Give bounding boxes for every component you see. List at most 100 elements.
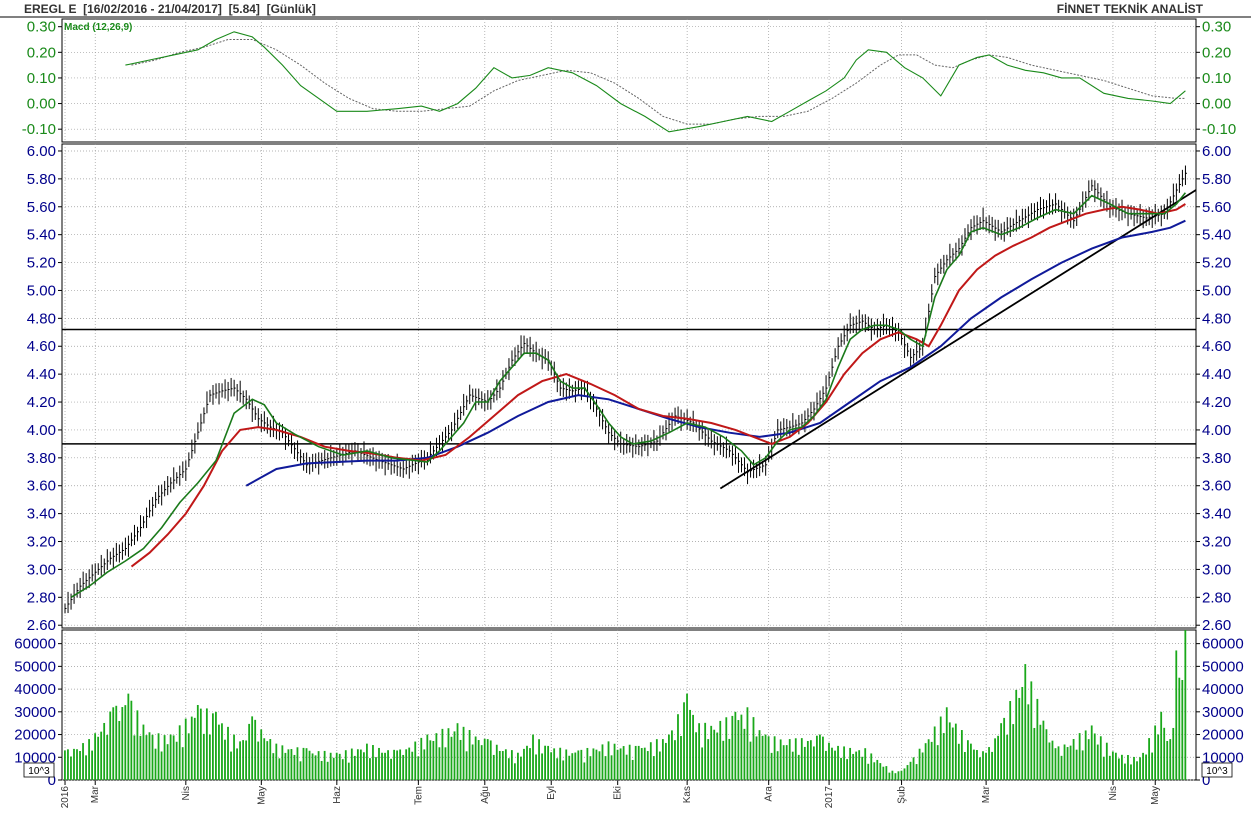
volume-bar [988, 747, 990, 780]
volume-bar [785, 745, 788, 780]
volume-bar [973, 749, 975, 780]
volume-bar [284, 752, 287, 780]
volume-bar [435, 733, 438, 780]
volume-bar [387, 750, 389, 780]
volume-bar [794, 738, 797, 780]
volume-bar [1027, 704, 1030, 780]
volume-bar [1093, 733, 1096, 780]
volume-bar [145, 735, 148, 780]
volume-y-tick-label-right: 20000 [1202, 727, 1244, 744]
price-y-tick-label-right: 2.80 [1202, 589, 1231, 606]
volume-bar [329, 752, 332, 780]
volume-bar [761, 735, 764, 780]
volume-bar [227, 726, 229, 780]
volume-bar [1072, 738, 1075, 780]
volume-bar [683, 702, 685, 780]
volume-bar [495, 744, 498, 780]
price-y-tick-label-right: 4.60 [1202, 338, 1231, 355]
volume-bar [299, 761, 302, 780]
volume-bar [378, 747, 380, 780]
volume-bar [230, 751, 232, 780]
x-tick-label: Şub [897, 786, 908, 804]
volume-bar [97, 736, 100, 780]
volume-bar [344, 750, 347, 780]
volume-bar [263, 738, 266, 780]
volume-bar [1000, 723, 1003, 780]
volume-bar [1003, 717, 1006, 780]
volume-bar [855, 751, 858, 780]
volume-bar [1133, 756, 1135, 780]
volume-bar [954, 723, 957, 780]
volume-bar [100, 731, 103, 780]
volume-bar [731, 715, 734, 780]
volume-bar [806, 740, 809, 780]
volume-bar [73, 748, 75, 780]
macd-y-tick-label-right: -0.10 [1202, 121, 1236, 138]
volume-bar [737, 720, 740, 780]
volume-bar [933, 726, 936, 780]
volume-bar [559, 747, 562, 780]
price-y-tick-label-left: 5.40 [27, 227, 56, 244]
volume-bar [1096, 744, 1099, 780]
volume-bar [668, 734, 670, 780]
volume-bar [982, 751, 984, 780]
volume-bar [942, 733, 945, 780]
price-y-tick-label-right: 5.40 [1202, 227, 1231, 244]
volume-bar [320, 760, 323, 780]
volume-bar [163, 735, 166, 780]
price-y-tick-label-right: 5.00 [1202, 282, 1231, 299]
volume-bar [607, 741, 610, 780]
volume-bar [338, 753, 341, 780]
volume-bar [725, 717, 728, 780]
volume-bar [402, 754, 405, 780]
volume-bar [218, 724, 220, 780]
volume-bar [957, 743, 960, 780]
volume-bar [178, 725, 181, 780]
volume-bar [459, 739, 462, 780]
volume-bar [483, 738, 486, 780]
volume-bar [399, 749, 402, 780]
volume-bar [160, 751, 163, 780]
volume-bar [734, 711, 737, 780]
volume-bar [332, 757, 335, 780]
volume-bar [447, 728, 450, 780]
volume-bar [764, 734, 767, 780]
volume-bar [622, 746, 625, 780]
volume-bar [628, 744, 631, 780]
volume-bar [88, 739, 90, 780]
volume-bar [752, 717, 755, 780]
volume-bar [335, 752, 338, 780]
volume-bar [172, 735, 175, 780]
volume-bar [314, 755, 317, 780]
volume-bar [1024, 664, 1027, 780]
volume-bar [746, 707, 749, 780]
volume-bar [562, 760, 565, 780]
volume-bar [384, 752, 386, 780]
volume-bar [1099, 736, 1102, 780]
volume-bar [1166, 740, 1169, 780]
price-y-tick-label-left: 4.20 [27, 394, 56, 411]
price-y-tick-label-right: 5.20 [1202, 255, 1231, 272]
volume-bar [677, 714, 679, 780]
volume-y-tick-label-right: 50000 [1202, 658, 1244, 675]
volume-bar [76, 749, 78, 780]
volume-bar [1105, 742, 1108, 780]
volume-bar [127, 693, 130, 780]
volume-bar [193, 717, 196, 780]
volume-bar [1108, 755, 1111, 780]
x-tick-label: Eyl [546, 786, 557, 800]
volume-bar [341, 759, 344, 780]
volume-bar [1036, 698, 1039, 780]
volume-bar [369, 758, 371, 780]
volume-bar [921, 752, 924, 780]
volume-unit-label-left: 10^3 [28, 766, 50, 777]
volume-bar [870, 753, 873, 780]
price-y-tick-label-left: 3.40 [27, 506, 56, 523]
volume-bar [70, 756, 72, 780]
volume-bar [997, 735, 999, 780]
volume-bar [190, 716, 193, 780]
volume-bar [471, 744, 474, 780]
volume-bar [544, 745, 546, 780]
volume-bar [586, 747, 589, 780]
x-tick-label: Haz [332, 786, 343, 804]
